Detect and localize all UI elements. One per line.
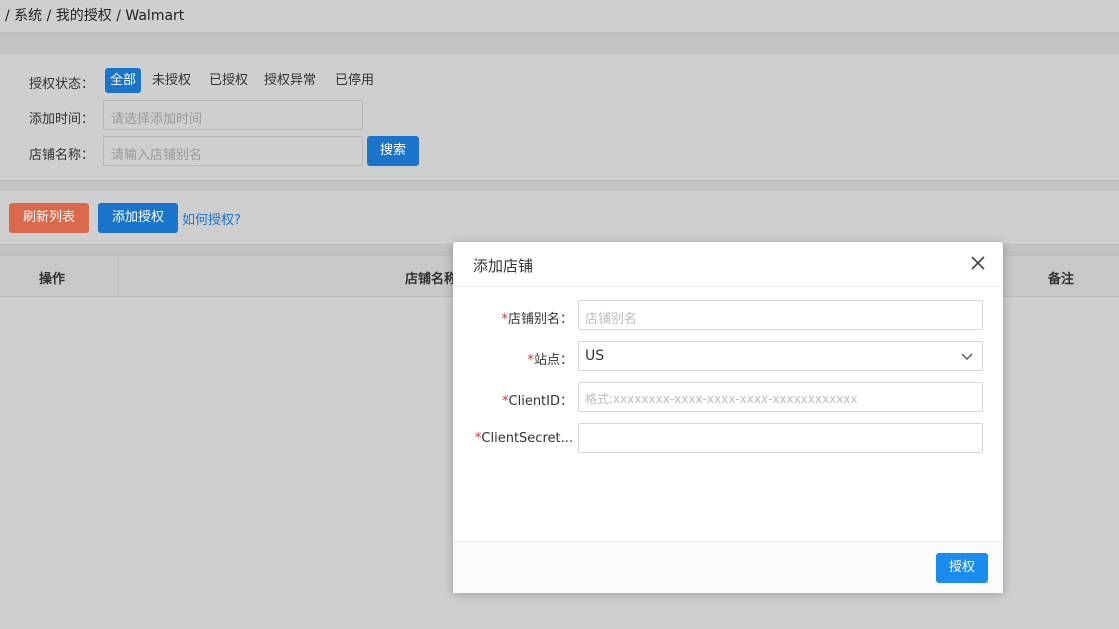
store-label: 店铺名称： — [29, 148, 95, 163]
add-store-dialog: 添加店铺 *店铺别名： 店铺别名 *站点： US *ClientID： 格式:x… — [453, 242, 1003, 593]
client-id-input[interactable]: 格式:xxxxxxxx-xxxx-xxxx-xxxx-xxxxxxxxxxxx — [578, 382, 983, 412]
store-placeholder: 请输入店铺别名 — [111, 148, 203, 163]
client-id-label: *ClientID： — [502, 394, 573, 409]
close-icon[interactable] — [969, 254, 987, 272]
chevron-down-icon — [961, 353, 973, 360]
breadcrumb-text: / 系统 / 我的授权 / Walmart — [5, 8, 185, 24]
status-label: 授权状态： — [29, 77, 95, 92]
store-name-input[interactable]: 请输入店铺别名 — [103, 136, 363, 166]
time-label: 添加时间： — [29, 112, 95, 127]
dialog-footer: 授权 — [453, 541, 1003, 593]
header-remarks: 备注 — [1048, 272, 1075, 287]
dialog-header: 添加店铺 — [453, 242, 1003, 287]
add-authorization-button[interactable]: 添加授权 — [98, 203, 178, 233]
store-alias-input[interactable]: 店铺别名 — [578, 300, 983, 330]
dialog-title: 添加店铺 — [473, 257, 534, 275]
authorize-button[interactable]: 授权 — [936, 553, 988, 583]
status-option-error[interactable]: 授权异常 — [259, 68, 321, 93]
site-select[interactable]: US — [578, 341, 983, 371]
client-secret-input[interactable] — [578, 423, 983, 453]
time-placeholder: 请选择添加时间 — [111, 112, 203, 127]
header-divider — [118, 256, 119, 296]
status-option-unauthorized[interactable]: 未授权 — [147, 68, 196, 93]
status-option-disabled[interactable]: 已停用 — [330, 68, 379, 93]
time-picker-input[interactable]: 请选择添加时间 — [103, 100, 363, 130]
divider-band — [0, 32, 1119, 54]
site-label: *站点： — [527, 353, 573, 368]
search-button[interactable]: 搜索 — [367, 136, 419, 166]
breadcrumb: / 系统 / 我的授权 / Walmart — [0, 0, 1119, 32]
status-option-authorized[interactable]: 已授权 — [204, 68, 253, 93]
client-secret-label: *ClientSecret... — [474, 431, 573, 446]
store-alias-label: *店铺别名： — [501, 312, 573, 327]
header-actions: 操作 — [39, 272, 66, 287]
store-alias-placeholder: 店铺别名 — [585, 312, 638, 327]
status-option-all[interactable]: 全部 — [105, 68, 142, 93]
site-value: US — [585, 348, 605, 364]
client-id-placeholder: 格式:xxxxxxxx-xxxx-xxxx-xxxx-xxxxxxxxxxxx — [585, 392, 858, 406]
how-to-authorize-link[interactable]: 如何授权? — [182, 209, 241, 228]
header-store-name: 店铺名称 — [405, 272, 458, 287]
refresh-list-button[interactable]: 刷新列表 — [9, 203, 89, 233]
